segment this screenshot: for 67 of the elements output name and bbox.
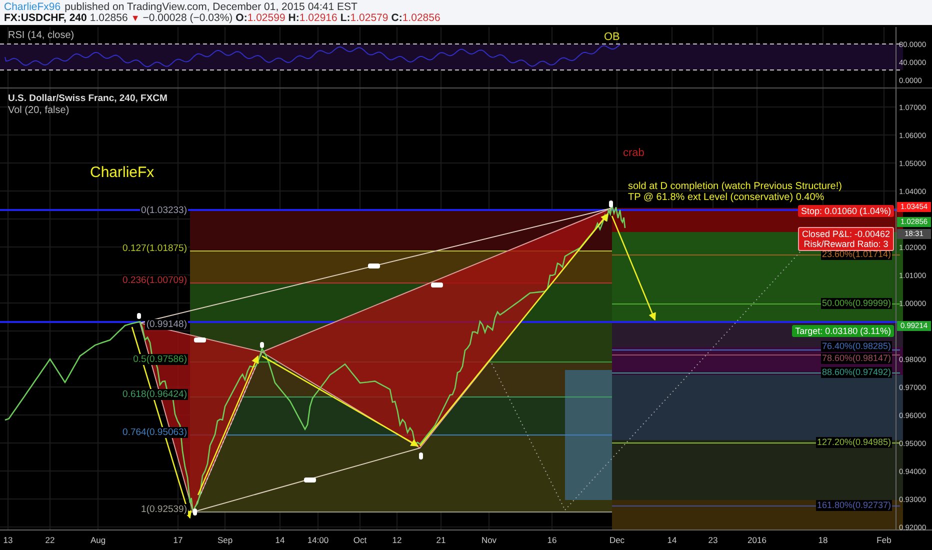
- pane-title: U.S. Dollar/Swiss Franc, 240, FXCM: [8, 93, 168, 104]
- time-axis-label: 14: [275, 535, 285, 546]
- time-axis-label: 12: [392, 535, 402, 546]
- target-label: Target: 0.03180 (3.11%): [792, 325, 894, 337]
- point-marker: [368, 264, 380, 268]
- note-text: TP @ 61.8% ext Level (conservative) 0.40%: [628, 192, 824, 203]
- fib-level-label: 0.618(0.96424): [122, 389, 188, 400]
- point-marker: [419, 452, 423, 460]
- fib-extension-label: 127.20%(0.94985): [816, 437, 892, 448]
- time-axis-label: Feb: [876, 535, 892, 546]
- note-text: sold at D completion (watch Previous Structure!): [628, 181, 842, 192]
- fib-extension-label: 78.60%(0.98147): [820, 353, 892, 364]
- fib-extension-label: 161.80%(0.92737): [816, 500, 892, 511]
- time-axis-label: Aug: [90, 535, 106, 546]
- point-marker: [260, 342, 264, 348]
- point-marker: [193, 508, 197, 516]
- fib-level-label: 0.127(1.01875): [122, 243, 188, 254]
- ohlc-value: 1.02916: [299, 13, 338, 24]
- indicator-title: RSI (14, close): [8, 30, 74, 41]
- point-marker: [609, 200, 613, 208]
- fib-level-label: 0.236(1.00709): [122, 275, 188, 286]
- time-axis-label: 14:00: [307, 535, 329, 546]
- time-axis-label: 14: [667, 535, 677, 546]
- ohlc-value: 1.02856: [402, 13, 440, 24]
- time-axis-label: Sep: [217, 535, 233, 546]
- fib-level-label: 0(1.03233): [140, 205, 188, 216]
- time-axis-label: 17: [173, 535, 183, 546]
- publish-info: published on TradingView.com, December 01, 2015 04:41 EST: [64, 2, 358, 13]
- fib-level-label: 0.5(0.97586): [132, 354, 188, 365]
- time-axis-label: Dec: [609, 535, 625, 546]
- point-marker: [304, 478, 316, 482]
- fib-level-label: (0.99148): [145, 319, 188, 330]
- fib-extension-label: 50.00%(0.99999): [820, 298, 892, 309]
- pattern-label: crab: [623, 148, 644, 159]
- time-axis-label: 18: [818, 535, 828, 546]
- symbol-label: FX:USDCHF, 240: [4, 13, 87, 24]
- point-marker: [431, 282, 443, 288]
- time-axis-label: 2016: [748, 535, 766, 546]
- ob-label: OB: [604, 32, 620, 43]
- author-link[interactable]: CharlieFx96: [4, 2, 61, 13]
- time-axis-label: Nov: [481, 535, 497, 546]
- fib-extension-label: 76.40%(0.98285): [820, 341, 892, 352]
- down-triangle-icon: ▼: [130, 13, 140, 24]
- indicator-title: Vol (20, false): [8, 105, 70, 116]
- ohlc-label: O:: [236, 13, 248, 24]
- time-axis-label: 21: [436, 535, 446, 546]
- price-change: −0.00028 (−0.03%): [142, 13, 233, 24]
- time-axis-label: 13: [3, 535, 13, 546]
- pnl-text: Closed P&L: -0.00462: [802, 229, 890, 239]
- fib-level-label: 0.764(0.95063): [122, 427, 188, 438]
- time-axis-label: 22: [45, 535, 55, 546]
- ohlc-label: H:: [288, 13, 300, 24]
- ohlc-label: C:: [391, 13, 402, 24]
- time-axis-label: 16: [547, 535, 557, 546]
- point-marker: [137, 313, 141, 319]
- fib-extension-label: 88.60%(0.97492): [820, 367, 892, 378]
- brand-label: CharlieFx: [90, 164, 154, 181]
- time-axis-label: Oct: [353, 535, 367, 546]
- time-axis-label: 23: [708, 535, 718, 546]
- point-marker: [194, 338, 206, 342]
- last-price: 1.02856: [90, 13, 128, 24]
- fib-level-label: 1(0.92539): [140, 504, 188, 515]
- ratio-text: Risk/Reward Ratio: 3: [802, 239, 890, 249]
- ohlc-value: 1.02599: [247, 13, 286, 24]
- stop-label: Stop: 0.01060 (1.04%): [798, 205, 894, 217]
- ohlc-value: 1.02579: [350, 13, 388, 24]
- ohlc-label: L:: [340, 13, 350, 24]
